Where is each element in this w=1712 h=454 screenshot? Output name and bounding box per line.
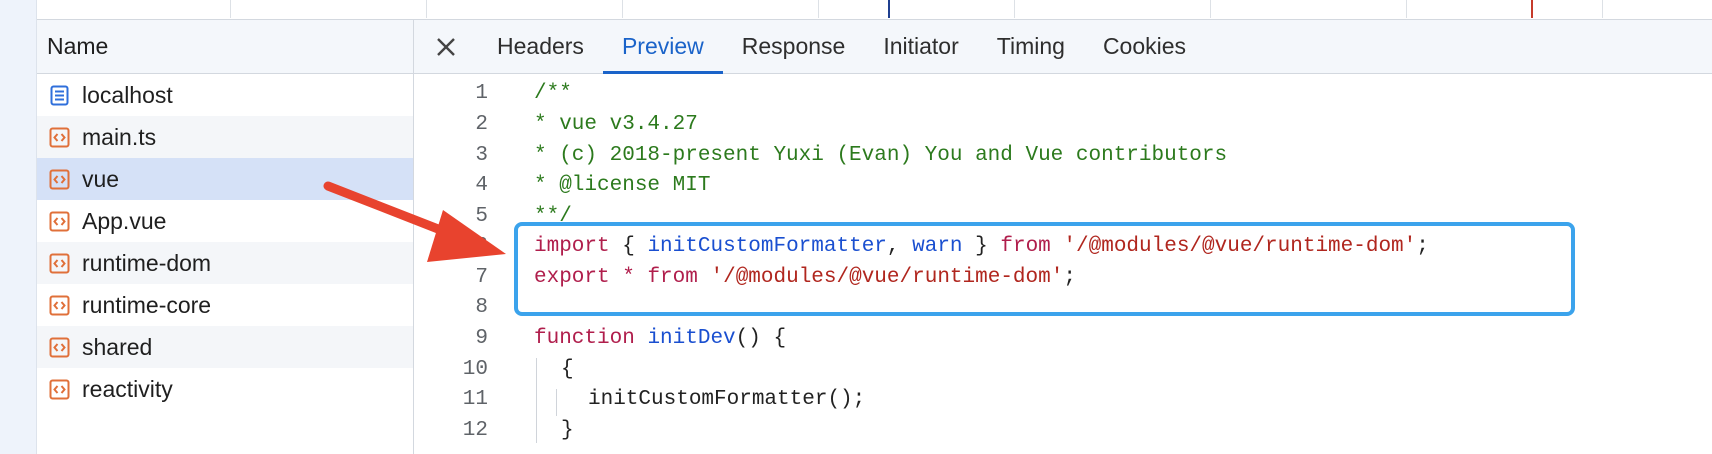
annotation-arrow-icon <box>323 181 506 262</box>
